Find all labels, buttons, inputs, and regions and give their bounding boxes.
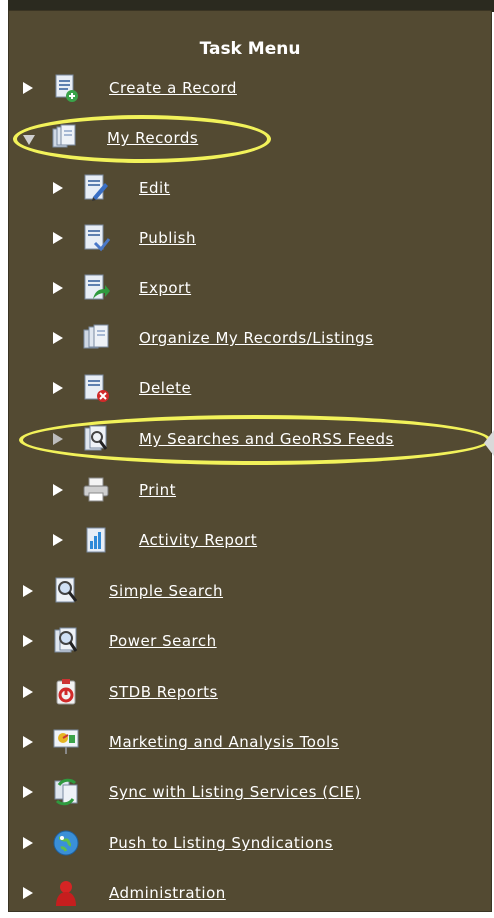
menu-item-publish[interactable]: Publish: [53, 221, 196, 255]
menu-item-organize[interactable]: Organize My Records/Listings: [53, 321, 373, 355]
admin-icon: [51, 878, 81, 908]
expand-arrow-icon[interactable]: [23, 786, 33, 798]
menu-item-label[interactable]: Publish: [139, 229, 196, 247]
task-menu-panel: Task Menu Create a Record My Records Edi…: [8, 10, 492, 912]
marketing-tools-icon: [51, 727, 81, 757]
expand-arrow-icon[interactable]: [53, 182, 63, 194]
document-edit-icon: [81, 173, 111, 203]
menu-item-label[interactable]: Simple Search: [109, 582, 223, 600]
expand-arrow-icon[interactable]: [23, 887, 33, 899]
menu-item-label[interactable]: Edit: [139, 179, 170, 197]
activity-report-icon: [81, 525, 111, 555]
menu-item-push-syndications[interactable]: Push to Listing Syndications: [23, 826, 333, 860]
sync-icon: [51, 777, 81, 807]
expand-arrow-icon[interactable]: [23, 82, 33, 94]
expand-arrow-icon[interactable]: [53, 484, 63, 496]
menu-item-label[interactable]: Administration: [109, 884, 226, 902]
expand-arrow-icon[interactable]: [53, 382, 63, 394]
panel-edge-handle[interactable]: [484, 430, 494, 456]
expand-arrow-icon[interactable]: [23, 686, 33, 698]
expand-arrow-icon[interactable]: [23, 585, 33, 597]
menu-item-delete[interactable]: Delete: [53, 371, 191, 405]
document-delete-icon: [81, 373, 111, 403]
menu-item-label[interactable]: Marketing and Analysis Tools: [109, 733, 339, 751]
menu-item-label[interactable]: My Records: [107, 129, 198, 147]
document-add-icon: [51, 73, 81, 103]
menu-item-administration[interactable]: Administration: [23, 876, 226, 910]
saved-search-icon: [81, 424, 111, 454]
globe-icon: [51, 828, 81, 858]
records-stack-icon: [49, 123, 79, 153]
clipboard-report-icon: [51, 677, 81, 707]
menu-item-edit[interactable]: Edit: [53, 171, 170, 205]
printer-icon: [81, 475, 111, 505]
menu-item-label[interactable]: My Searches and GeoRSS Feeds: [139, 430, 394, 448]
menu-item-simple-search[interactable]: Simple Search: [23, 574, 223, 608]
menu-item-export[interactable]: Export: [53, 271, 191, 305]
collapse-arrow-icon[interactable]: [23, 135, 35, 145]
expand-arrow-icon[interactable]: [53, 433, 63, 445]
screenshot-frame: Task Menu Create a Record My Records Edi…: [0, 0, 494, 918]
expand-arrow-icon[interactable]: [53, 282, 63, 294]
menu-item-power-search[interactable]: Power Search: [23, 624, 217, 658]
menu-item-label[interactable]: Create a Record: [109, 79, 237, 97]
records-organize-icon: [81, 323, 111, 353]
menu-item-label[interactable]: Push to Listing Syndications: [109, 834, 333, 852]
menu-item-my-records[interactable]: My Records: [23, 121, 198, 155]
menu-item-marketing[interactable]: Marketing and Analysis Tools: [23, 725, 339, 759]
power-search-icon: [51, 626, 81, 656]
menu-item-label[interactable]: Power Search: [109, 632, 217, 650]
menu-item-label[interactable]: Delete: [139, 379, 191, 397]
expand-arrow-icon[interactable]: [23, 837, 33, 849]
menu-item-sync[interactable]: Sync with Listing Services (CIE): [23, 775, 361, 809]
menu-item-label[interactable]: Organize My Records/Listings: [139, 329, 373, 347]
expand-arrow-icon[interactable]: [53, 332, 63, 344]
expand-arrow-icon[interactable]: [53, 232, 63, 244]
menu-item-label[interactable]: Print: [139, 481, 176, 499]
menu-item-my-searches[interactable]: My Searches and GeoRSS Feeds: [53, 422, 394, 456]
menu-item-print[interactable]: Print: [53, 473, 176, 507]
menu-item-label[interactable]: Sync with Listing Services (CIE): [109, 783, 361, 801]
menu-item-activity-report[interactable]: Activity Report: [53, 523, 257, 557]
search-document-icon: [51, 576, 81, 606]
document-export-icon: [81, 273, 111, 303]
document-publish-icon: [81, 223, 111, 253]
task-menu-title: Task Menu: [199, 39, 301, 59]
expand-arrow-icon[interactable]: [23, 635, 33, 647]
menu-item-label[interactable]: Export: [139, 279, 191, 297]
menu-item-create-record[interactable]: Create a Record: [23, 71, 237, 105]
menu-item-label[interactable]: Activity Report: [139, 531, 257, 549]
menu-item-stdb-reports[interactable]: STDB Reports: [23, 675, 218, 709]
expand-arrow-icon[interactable]: [53, 534, 63, 546]
menu-item-label[interactable]: STDB Reports: [109, 683, 218, 701]
expand-arrow-icon[interactable]: [23, 736, 33, 748]
